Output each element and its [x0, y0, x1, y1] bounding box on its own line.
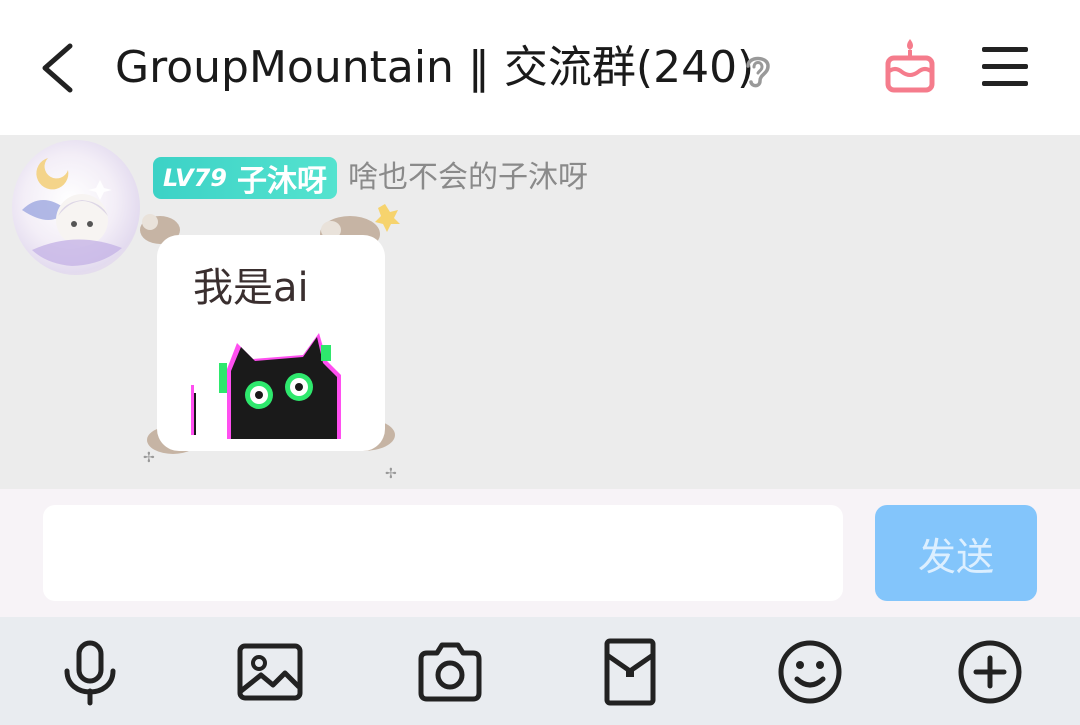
ear-icon[interactable]	[740, 50, 776, 90]
image-icon	[237, 643, 303, 701]
message-input[interactable]	[43, 505, 843, 601]
level-badge: LV79 子沐呀	[153, 157, 337, 199]
chevron-left-icon	[42, 43, 73, 93]
chat-title: GroupMountain ‖ 交流群(240)	[115, 42, 755, 93]
camera-button[interactable]	[415, 637, 485, 707]
cake-button[interactable]	[880, 36, 940, 96]
sender-nickname[interactable]: 子沐呀	[237, 156, 327, 200]
input-bar: 发送	[0, 489, 1080, 617]
red-packet-icon	[604, 638, 656, 706]
sender-title: 啥也不会的子沐呀	[348, 160, 588, 195]
emoji-icon	[778, 640, 842, 704]
message-bubble-frame: ✢ ✢ 我是ai	[135, 200, 405, 480]
emoji-button[interactable]	[775, 637, 845, 707]
plus-circle-icon	[958, 640, 1022, 704]
camera-icon	[418, 642, 482, 702]
avatar[interactable]	[12, 140, 140, 275]
svg-text:✢: ✢	[143, 450, 155, 466]
send-button[interactable]: 发送	[875, 505, 1037, 601]
cake-icon	[885, 39, 935, 93]
level-label: LV79	[163, 164, 227, 192]
header-bar: GroupMountain ‖ 交流群(240)	[0, 0, 1080, 135]
message-bubble[interactable]: 我是ai	[157, 235, 385, 451]
menu-button[interactable]	[978, 42, 1032, 92]
microphone-icon	[64, 640, 116, 706]
voice-button[interactable]	[55, 637, 125, 707]
bottom-toolbar	[0, 617, 1080, 725]
back-button[interactable]	[30, 38, 90, 98]
more-button[interactable]	[955, 637, 1025, 707]
black-cat-sticker[interactable]	[191, 315, 351, 439]
message-text: 我是ai	[193, 265, 309, 311]
chat-area[interactable]: LV79 子沐呀 啥也不会的子沐呀 ✢ ✢ 我是ai	[0, 135, 1080, 489]
menu-icon	[982, 47, 1028, 86]
image-button[interactable]	[235, 637, 305, 707]
svg-text:✢: ✢	[385, 466, 397, 480]
red-packet-button[interactable]	[595, 637, 665, 707]
